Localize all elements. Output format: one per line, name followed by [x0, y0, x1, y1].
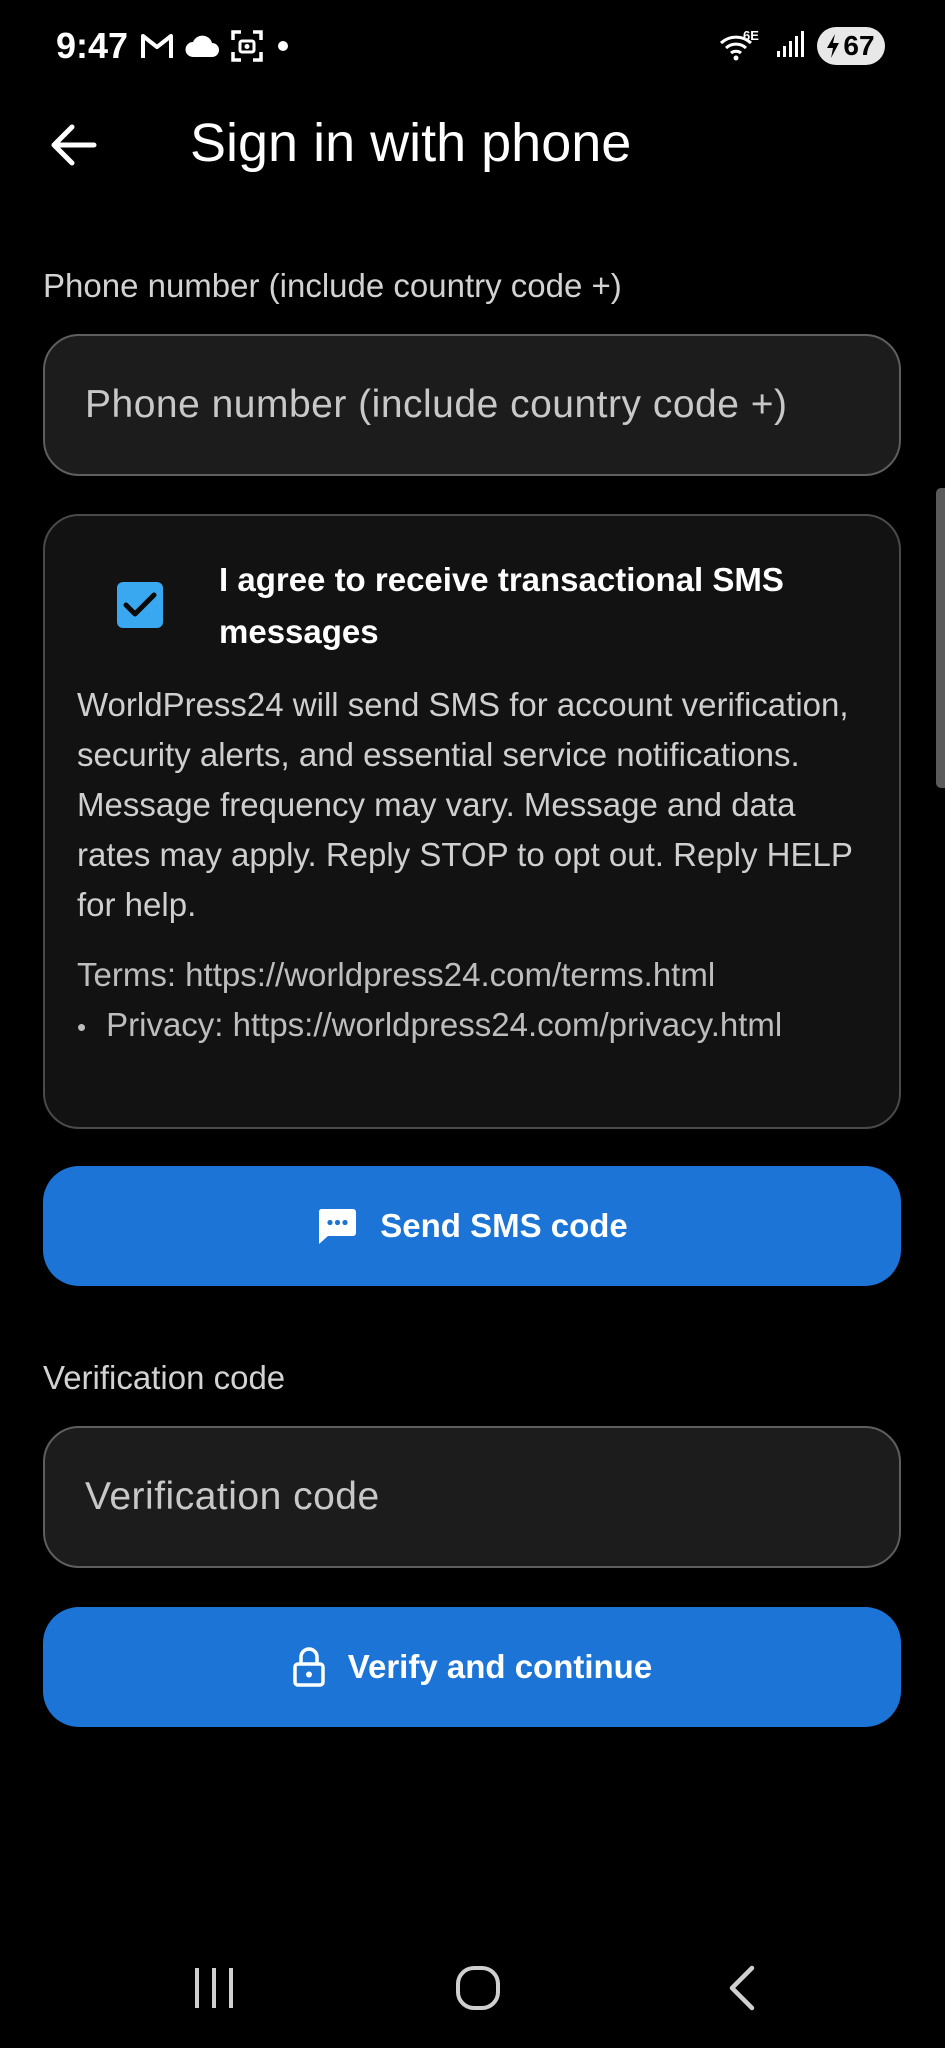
bolt-icon [827, 34, 840, 58]
arrow-left-icon [51, 124, 97, 166]
phone-label: Phone number (include country code +) [43, 267, 622, 304]
screenshot-icon [230, 29, 264, 63]
gmail-icon [140, 32, 174, 60]
status-time: 9:47 [56, 25, 129, 66]
recents-icon [195, 1968, 233, 2008]
cloud-icon [184, 33, 220, 59]
status-system-icons: 6E 67 [719, 24, 885, 68]
battery-level: 67 [843, 30, 875, 61]
home-icon [456, 1966, 500, 2010]
sms-consent-card: I agree to receive transactional SMS mes… [43, 514, 901, 1129]
status-bar: 9:47 6E 67 [0, 0, 945, 92]
app-bar: Sign in with phone [0, 92, 945, 196]
battery-charging-icon: 67 [817, 27, 885, 65]
dot-icon [274, 37, 292, 55]
wifi-6e-icon: 6E [719, 28, 763, 64]
back-button[interactable] [42, 114, 104, 176]
page-title: Sign in with phone [190, 113, 632, 173]
send-sms-label: Send SMS code [380, 1207, 628, 1244]
send-sms-button[interactable]: Send SMS code [43, 1166, 901, 1286]
system-back-button[interactable] [706, 1958, 778, 2018]
privacy-link[interactable]: Privacy: https://worldpress24.com/privac… [106, 1006, 782, 1043]
status-notification-icons [140, 28, 292, 64]
sms-consent-title: I agree to receive transactional SMS mes… [219, 561, 784, 650]
link-separator: • [77, 1012, 87, 1042]
home-button[interactable] [442, 1958, 514, 2018]
sms-icon [316, 1206, 358, 1246]
signal-icon [775, 29, 805, 64]
phone-input[interactable] [43, 334, 901, 476]
sms-consent-body: WorldPress24 will send SMS for account v… [77, 686, 853, 923]
recents-button[interactable] [178, 1958, 250, 2018]
verification-code-input[interactable] [43, 1426, 901, 1568]
navigation-bar [0, 1930, 945, 2048]
back-icon [729, 1965, 755, 2011]
sms-consent-links: Terms: https://worldpress24.com/terms.ht… [77, 950, 877, 1052]
lock-icon [292, 1646, 326, 1688]
verify-continue-button[interactable]: Verify and continue [43, 1607, 901, 1727]
check-icon [123, 592, 157, 617]
terms-link[interactable]: Terms: https://worldpress24.com/terms.ht… [77, 956, 715, 993]
scrollbar-thumb[interactable] [936, 488, 945, 788]
verification-label: Verification code [43, 1359, 286, 1396]
sms-consent-checkbox[interactable] [117, 582, 163, 628]
verify-continue-label: Verify and continue [347, 1648, 653, 1685]
wifi-badge: 6E [743, 28, 759, 43]
